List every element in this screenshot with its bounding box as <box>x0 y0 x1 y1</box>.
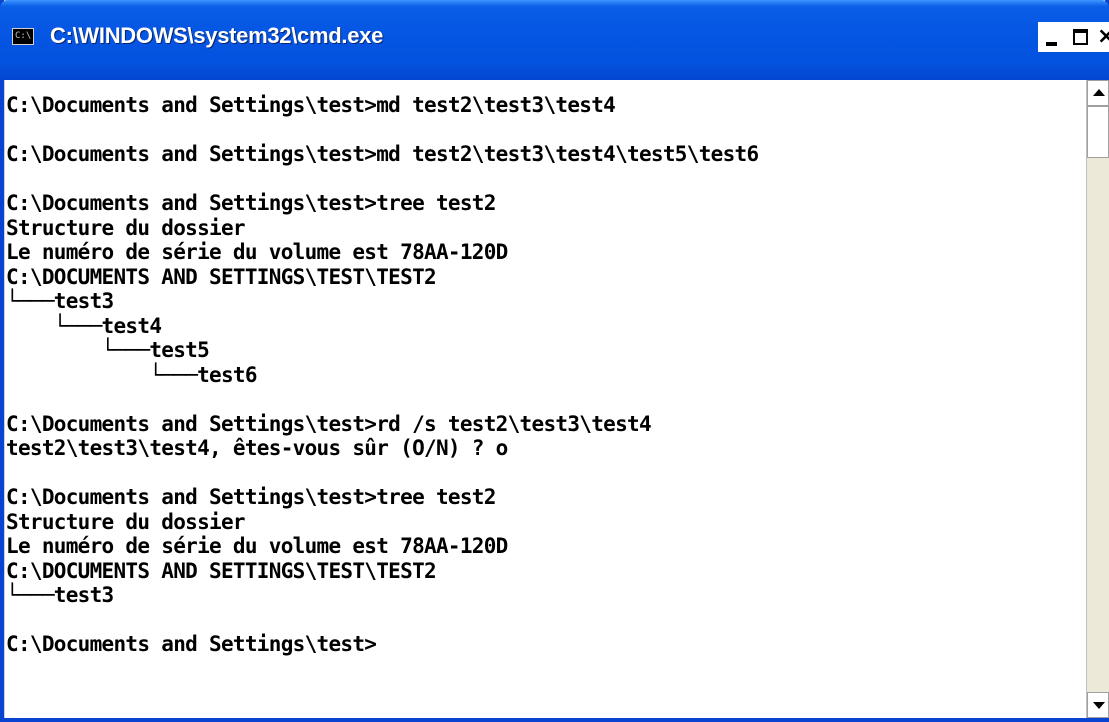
scroll-up-button[interactable] <box>1087 80 1109 106</box>
minimize-button[interactable] <box>1038 22 1066 52</box>
console-line: C:\Documents and Settings\test>tree test… <box>6 191 496 215</box>
cmd-window: C:\ C:\WINDOWS\system32\cmd.exe × C:\Doc… <box>0 0 1109 722</box>
console-line: C:\Documents and Settings\test>rd /s tes… <box>6 411 652 436</box>
console-line: └───test3 <box>6 289 114 313</box>
scroll-down-button[interactable] <box>1087 692 1109 718</box>
scroll-thumb[interactable] <box>1087 106 1109 158</box>
console-output[interactable]: C:\Documents and Settings\test>md test2\… <box>5 80 1086 718</box>
console-line: C:\Documents and Settings\test>md test2\… <box>6 142 759 166</box>
console-line: └───test3 <box>6 583 114 607</box>
console-line: Le numéro de série du volume est 78AA-12… <box>6 534 508 558</box>
console-line: └───test6 <box>6 362 257 387</box>
arrow-down-icon <box>1093 702 1105 709</box>
console-line: C:\Documents and Settings\test>md test2\… <box>6 93 616 117</box>
console-line: C:\DOCUMENTS AND SETTINGS\TEST\TEST2 <box>6 558 437 583</box>
close-icon: × <box>1097 24 1109 49</box>
maximize-icon <box>1073 29 1088 45</box>
console-line: C:\Documents and Settings\test>tree test… <box>6 485 496 509</box>
arrow-up-icon <box>1093 89 1105 96</box>
console-text: C:\Documents and Settings\test>md test2\… <box>5 80 1086 657</box>
maximize-button[interactable] <box>1066 22 1094 52</box>
close-button[interactable]: × <box>1094 22 1109 52</box>
console-line: Structure du dossier <box>6 509 246 534</box>
console-line: Structure du dossier <box>6 215 246 240</box>
console-line: C:\DOCUMENTS AND SETTINGS\TEST\TEST2 <box>6 264 437 289</box>
title-bar[interactable]: C:\ C:\WINDOWS\system32\cmd.exe × <box>0 0 1109 80</box>
minimize-icon <box>1046 42 1057 46</box>
console-line: C:\Documents and Settings\test> <box>6 632 377 656</box>
console-line: test2\test3\test4, êtes-vous sûr (O/N) ?… <box>6 436 508 460</box>
vertical-scrollbar[interactable] <box>1086 80 1109 718</box>
console-line: └───test5 <box>6 338 210 362</box>
cmd-app-icon[interactable]: C:\ <box>12 28 34 45</box>
console-line: Le numéro de série du volume est 78AA-12… <box>6 240 508 264</box>
window-title: C:\WINDOWS\system32\cmd.exe <box>50 23 384 48</box>
console-line: └───test4 <box>6 313 162 338</box>
